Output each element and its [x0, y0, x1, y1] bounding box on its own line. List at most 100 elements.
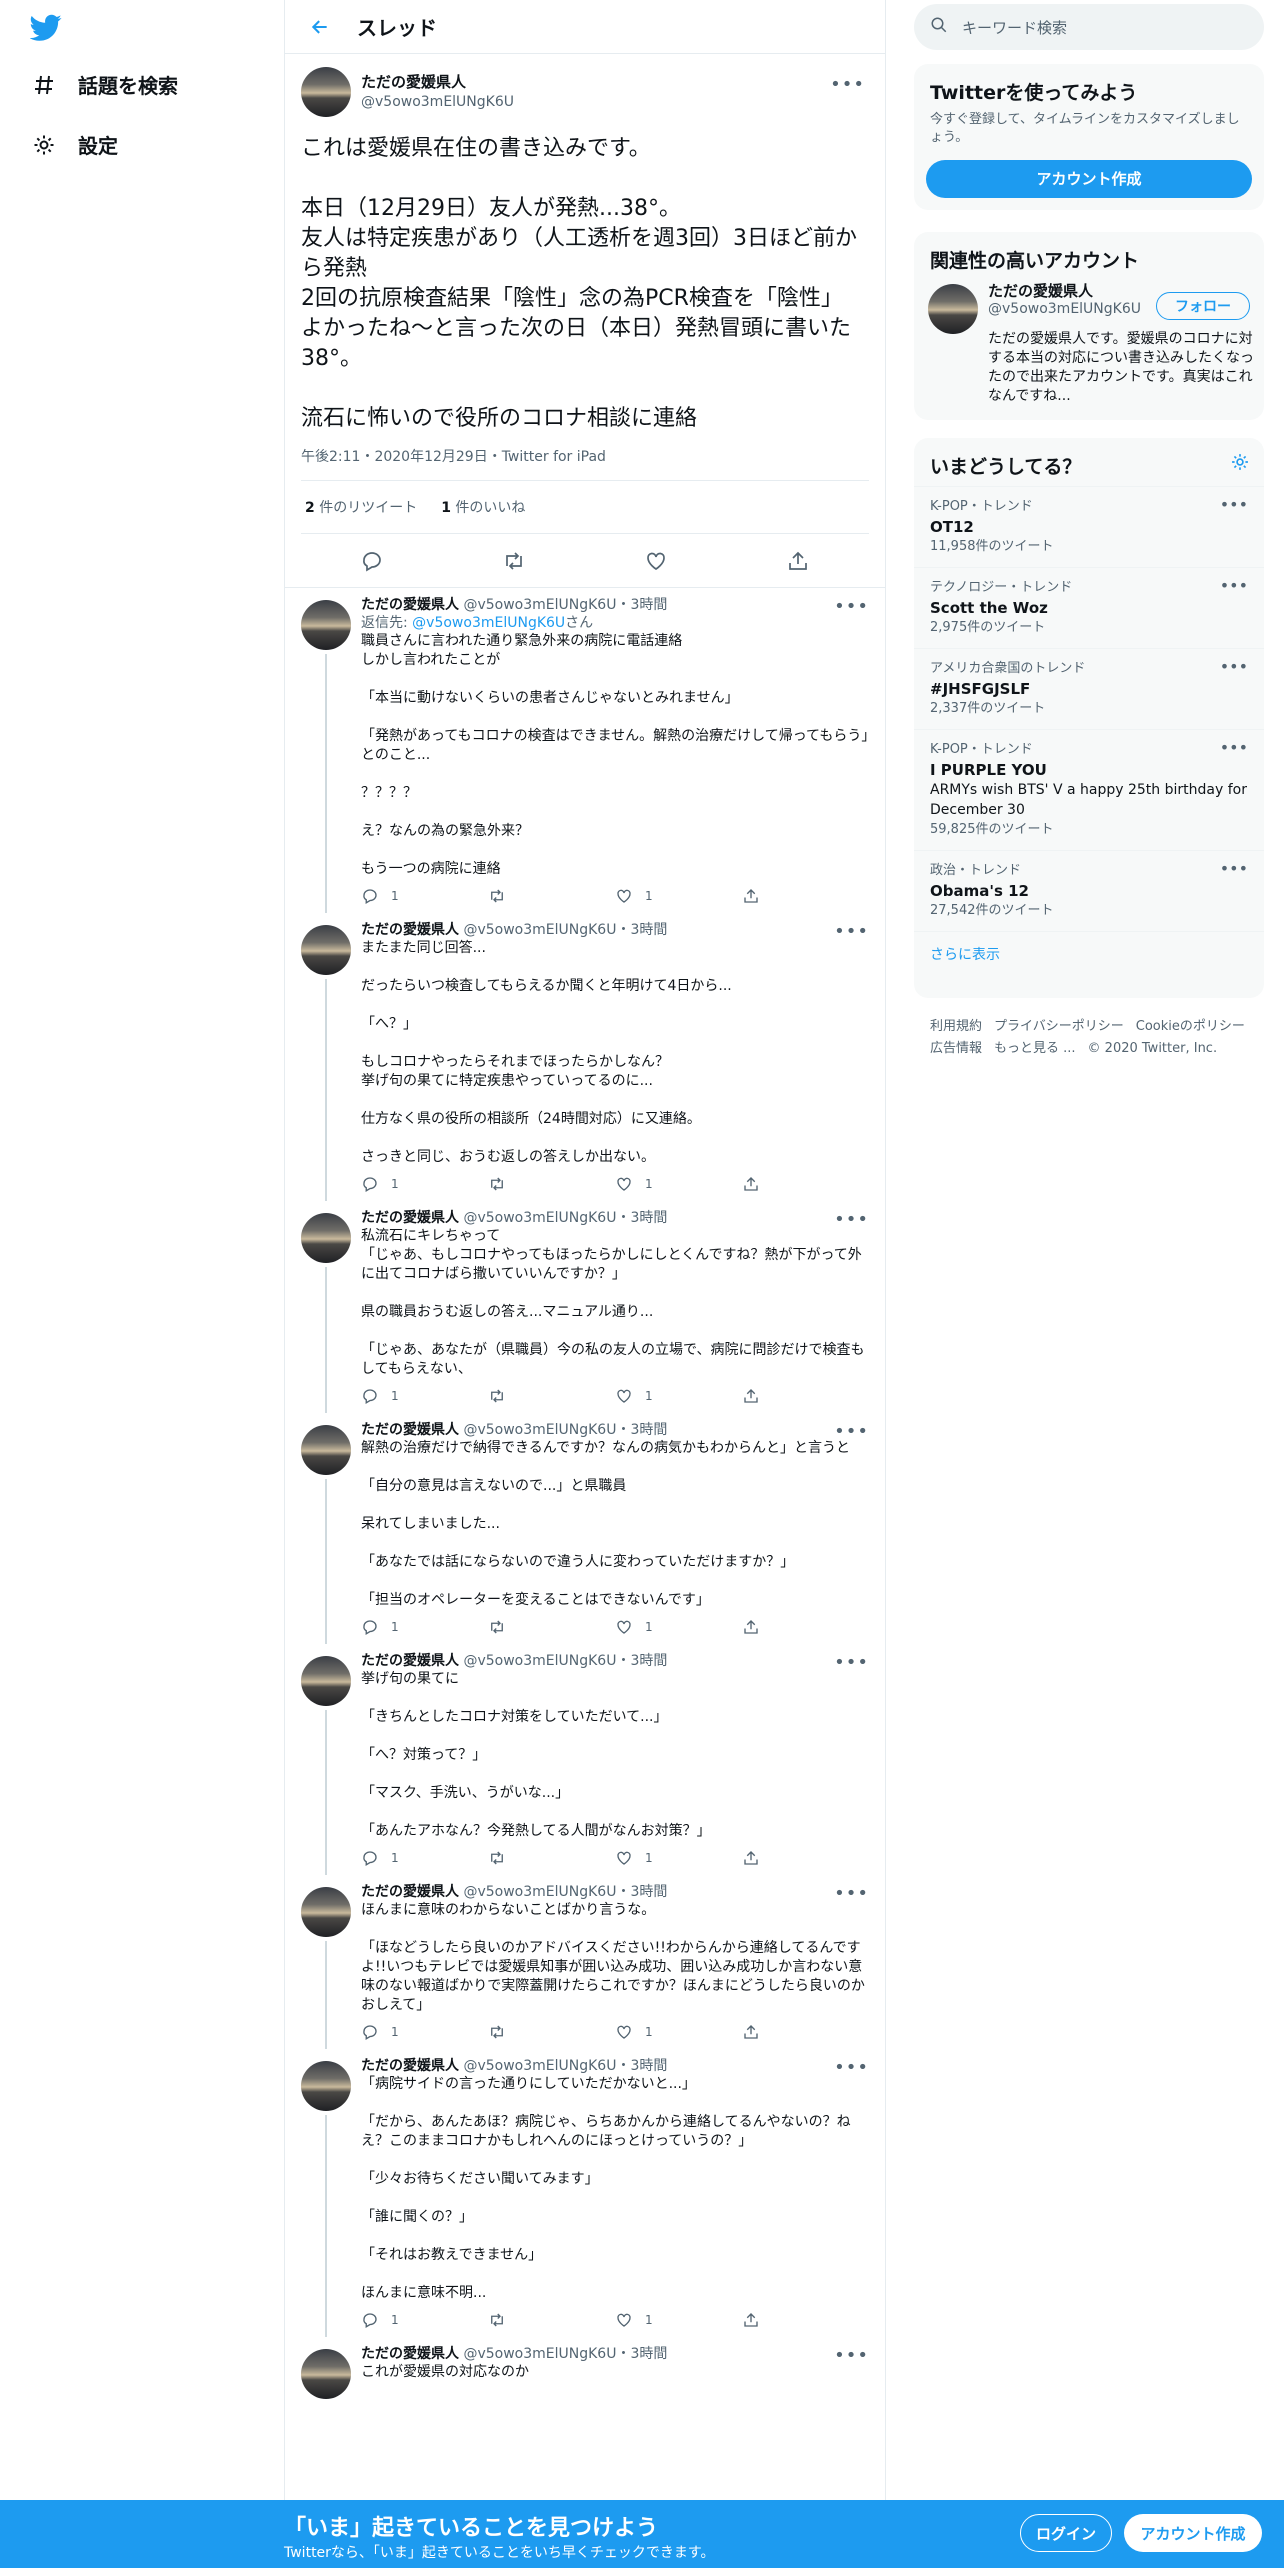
tweet-meta[interactable]: 午後2:11・2020年12月29日・Twitter for iPad [301, 446, 869, 481]
more-options-icon[interactable]: ••• [1220, 738, 1248, 758]
more-options-icon[interactable]: ••• [1220, 859, 1248, 879]
related-handle[interactable]: @v5owo3mElUNgK6U [988, 300, 1141, 318]
reply-action[interactable]: 1 [361, 1175, 488, 1193]
share-action[interactable] [742, 1387, 869, 1405]
avatar[interactable] [301, 1425, 351, 1475]
avatar[interactable] [301, 2061, 351, 2111]
retweet-action[interactable] [488, 2023, 615, 2041]
like-action[interactable]: 1 [615, 1387, 742, 1405]
settings-gear-icon[interactable] [1230, 452, 1250, 476]
retweet-action[interactable] [488, 1618, 615, 1636]
avatar[interactable] [301, 67, 351, 117]
retweet-action[interactable] [488, 1387, 615, 1405]
author-name[interactable]: ただの愛媛県人 [361, 1422, 459, 1438]
more-options-icon[interactable]: ••• [834, 1652, 869, 1673]
tweet-time[interactable]: ・3時間 [616, 597, 667, 613]
author-handle[interactable]: @v5owo3mElUNgK6U [463, 922, 616, 938]
twitter-logo-icon[interactable] [29, 14, 62, 42]
replying-to-handle[interactable]: @v5owo3mElUNgK6U [412, 615, 565, 631]
tweet-time[interactable]: ・3時間 [616, 922, 667, 938]
related-name[interactable]: ただの愛媛県人 [988, 282, 1141, 300]
reply-tweet[interactable]: ••• ただの愛媛県人 @v5owo3mElUNgK6U・3時間 ほんまに意味のわか… [285, 1875, 885, 2049]
nav-explore[interactable]: 話題を検索 [30, 70, 178, 99]
retweet-action[interactable] [488, 1175, 615, 1193]
trend-item[interactable]: ••• テクノロジー・トレンド Scott the Woz 2,975件のツイート [914, 567, 1264, 648]
share-action[interactable] [742, 1618, 869, 1636]
author-handle[interactable]: @v5owo3mElUNgK6U [361, 92, 514, 112]
reply-tweet[interactable]: ••• ただの愛媛県人 @v5owo3mElUNgK6U・3時間 返信先: @v5o… [285, 588, 885, 913]
author-name[interactable]: ただの愛媛県人 [361, 2346, 459, 2362]
like-icon[interactable] [644, 549, 668, 573]
share-action[interactable] [742, 1175, 869, 1193]
reply-tweet[interactable]: ••• ただの愛媛県人 @v5owo3mElUNgK6U・3時間 解熱の治療だけで納… [285, 1413, 885, 1644]
more-options-icon[interactable]: ••• [834, 1209, 869, 1230]
more-options-icon[interactable]: ••• [1220, 495, 1248, 515]
more-options-icon[interactable]: ••• [1220, 657, 1248, 677]
related-avatar[interactable] [928, 284, 978, 334]
nav-settings[interactable]: 設定 [30, 130, 118, 159]
reply-tweet[interactable]: ••• ただの愛媛県人 @v5owo3mElUNgK6U・3時間 これが愛媛県の対応… [285, 2337, 885, 2399]
like-action[interactable]: 1 [615, 1618, 742, 1636]
create-account-button[interactable]: アカウント作成 [926, 160, 1252, 198]
author-name[interactable]: ただの愛媛県人 [361, 72, 514, 92]
author-handle[interactable]: @v5owo3mElUNgK6U [463, 1653, 616, 1669]
share-icon[interactable] [786, 549, 810, 573]
more-options-icon[interactable]: ••• [834, 2057, 869, 2078]
terms-link[interactable]: 利用規約 [930, 1019, 982, 1034]
like-action[interactable]: 1 [615, 2023, 742, 2041]
share-action[interactable] [742, 2023, 869, 2041]
reply-tweet[interactable]: ••• ただの愛媛県人 @v5owo3mElUNgK6U・3時間 またまた同じ回答.… [285, 913, 885, 1201]
trend-item[interactable]: ••• K-POP・トレンド OT12 11,958件のツイート [914, 486, 1264, 567]
retweet-stat[interactable]: 2 件のリツイート [305, 497, 417, 517]
avatar[interactable] [301, 1213, 351, 1263]
tweet-time[interactable]: ・3時間 [616, 1653, 667, 1669]
avatar[interactable] [301, 2349, 351, 2399]
reply-tweet[interactable]: ••• ただの愛媛県人 @v5owo3mElUNgK6U・3時間 「病院サイドの言っ… [285, 2049, 885, 2337]
more-options-icon[interactable]: ••• [834, 2345, 869, 2366]
like-action[interactable]: 1 [615, 887, 742, 905]
trend-item[interactable]: ••• K-POP・トレンド I PURPLE YOU ARMYs wish BTS'… [914, 729, 1264, 850]
follow-button[interactable]: フォロー [1156, 292, 1250, 320]
tweet-time[interactable]: ・3時間 [616, 2058, 667, 2074]
author-name[interactable]: ただの愛媛県人 [361, 1210, 459, 1226]
avatar[interactable] [301, 925, 351, 975]
more-options-icon[interactable]: ••• [830, 74, 865, 95]
more-options-icon[interactable]: ••• [834, 596, 869, 617]
tweet-time[interactable]: ・3時間 [616, 1422, 667, 1438]
author-handle[interactable]: @v5owo3mElUNgK6U [463, 1210, 616, 1226]
author-name[interactable]: ただの愛媛県人 [361, 1653, 459, 1669]
ads-link[interactable]: 広告情報 [930, 1041, 982, 1056]
retweet-action[interactable] [488, 1849, 615, 1867]
more-options-icon[interactable]: ••• [834, 921, 869, 942]
author-name[interactable]: ただの愛媛県人 [361, 2058, 459, 2074]
more-link[interactable]: もっと見る ... [994, 1041, 1076, 1056]
share-action[interactable] [742, 2311, 869, 2329]
like-action[interactable]: 1 [615, 2311, 742, 2329]
author-name[interactable]: ただの愛媛県人 [361, 597, 459, 613]
more-options-icon[interactable]: ••• [834, 1421, 869, 1442]
author-handle[interactable]: @v5owo3mElUNgK6U [463, 2346, 616, 2362]
author-handle[interactable]: @v5owo3mElUNgK6U [463, 597, 616, 613]
reply-action[interactable]: 1 [361, 2311, 488, 2329]
back-arrow-icon[interactable] [305, 12, 335, 42]
like-stat[interactable]: 1 件のいいね [441, 497, 525, 517]
privacy-link[interactable]: プライバシーポリシー [994, 1019, 1124, 1034]
like-action[interactable]: 1 [615, 1849, 742, 1867]
reply-action[interactable]: 1 [361, 2023, 488, 2041]
retweet-icon[interactable] [502, 549, 526, 573]
retweet-action[interactable] [488, 2311, 615, 2329]
cookie-link[interactable]: Cookieのポリシー [1136, 1019, 1245, 1034]
author-handle[interactable]: @v5owo3mElUNgK6U [463, 1884, 616, 1900]
more-options-icon[interactable]: ••• [834, 1883, 869, 1904]
tweet-time[interactable]: ・3時間 [616, 2346, 667, 2362]
reply-action[interactable]: 1 [361, 1849, 488, 1867]
reply-tweet[interactable]: ••• ただの愛媛県人 @v5owo3mElUNgK6U・3時間 私流石にキレちゃっ… [285, 1201, 885, 1413]
reply-tweet[interactable]: ••• ただの愛媛県人 @v5owo3mElUNgK6U・3時間 挙げ句の果てに 「… [285, 1644, 885, 1875]
author-handle[interactable]: @v5owo3mElUNgK6U [463, 2058, 616, 2074]
retweet-action[interactable] [488, 887, 615, 905]
author-name[interactable]: ただの愛媛県人 [361, 1884, 459, 1900]
more-options-icon[interactable]: ••• [1220, 576, 1248, 596]
avatar[interactable] [301, 1656, 351, 1706]
login-button[interactable]: ログイン [1020, 2514, 1112, 2552]
reply-action[interactable]: 1 [361, 1387, 488, 1405]
